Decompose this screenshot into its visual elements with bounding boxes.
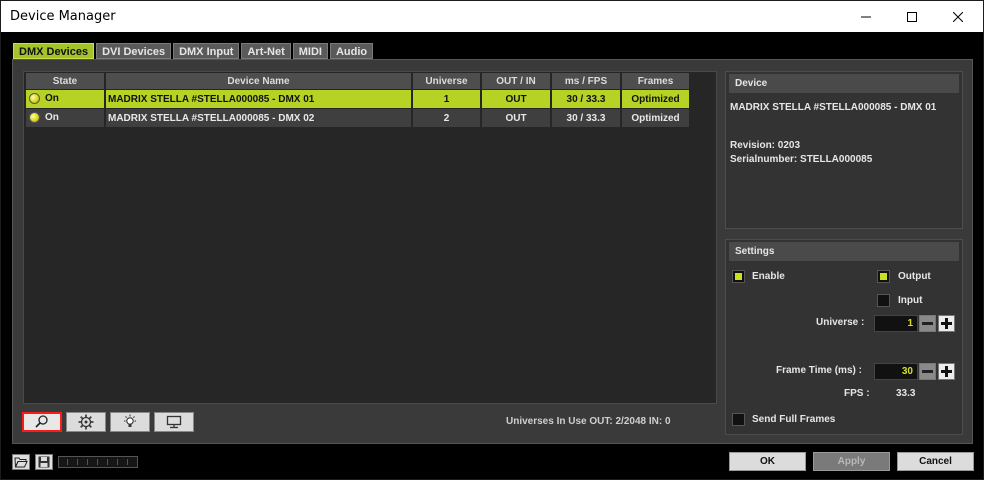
state-text: On (45, 93, 59, 105)
send-full-frames-label: Send Full Frames (752, 414, 836, 425)
col-header-ms-fps[interactable]: ms / FPS (552, 73, 620, 89)
frames-cell: Optimized (622, 109, 689, 127)
col-header-device-name[interactable]: Device Name (106, 73, 411, 89)
search-devices-button[interactable] (22, 412, 62, 432)
device-manager-window: Device Manager DMX Devices DVI Devices D… (0, 0, 984, 480)
device-table: State Device Name Universe OUT / IN ms /… (24, 72, 691, 128)
device-list: State Device Name Universe OUT / IN ms /… (23, 71, 717, 404)
revision-text: Revision: 0203 (730, 140, 801, 151)
save-icon (38, 456, 50, 468)
universe-label: Universe : (816, 317, 865, 328)
input-checkbox[interactable] (877, 294, 890, 307)
ok-button[interactable]: OK (729, 452, 806, 471)
settings-section-header: Settings (729, 242, 959, 261)
serial-number-text: Serialnumber: STELLA000085 (730, 154, 873, 165)
minus-icon (922, 370, 933, 373)
settings-section: Settings Enable Output Input Universe : … (725, 239, 963, 435)
col-header-frames[interactable]: Frames (622, 73, 689, 89)
device-name-cell: MADRIX STELLA #STELLA000085 - DMX 01 (106, 90, 411, 108)
tab-midi[interactable]: MIDI (292, 43, 328, 59)
apply-button[interactable]: Apply (813, 452, 890, 471)
universe-input[interactable]: 1 (874, 315, 918, 332)
universe-decrement-button[interactable] (919, 315, 936, 332)
table-row[interactable]: On MADRIX STELLA #STELLA000085 - DMX 02 … (26, 109, 689, 127)
open-button[interactable] (12, 454, 30, 470)
tab-dmx-devices[interactable]: DMX Devices (13, 43, 95, 59)
minimize-icon (861, 16, 871, 17)
cancel-button[interactable]: Cancel (897, 452, 974, 471)
close-button[interactable] (935, 1, 981, 32)
ms-fps-cell: 30 / 33.3 (552, 90, 620, 108)
state-text: On (45, 112, 59, 124)
window-title: Device Manager (10, 9, 116, 24)
device-info-section: Device MADRIX STELLA #STELLA000085 - DMX… (725, 71, 963, 229)
minus-icon (922, 322, 933, 325)
enable-checkbox[interactable] (732, 270, 745, 283)
bulb-icon (124, 414, 136, 427)
col-header-state[interactable]: State (26, 73, 104, 89)
zoom-slider[interactable] (58, 456, 138, 468)
title-bar: Device Manager (1, 1, 983, 32)
universes-in-use-status: Universes In Use OUT: 2/2048 IN: 0 (506, 416, 671, 427)
enable-label: Enable (752, 271, 785, 282)
frame-time-increment-button[interactable] (938, 363, 955, 380)
state-led-icon (29, 93, 40, 105)
settings-button[interactable] (66, 412, 106, 432)
state-cell: On (26, 109, 104, 127)
direction-cell: OUT (482, 109, 550, 127)
device-name-cell: MADRIX STELLA #STELLA000085 - DMX 02 (106, 109, 411, 127)
universe-increment-button[interactable] (938, 315, 955, 332)
maximize-icon (907, 11, 917, 22)
plus-icon (941, 366, 952, 377)
state-cell: On (26, 90, 104, 108)
input-label: Input (898, 295, 923, 306)
device-name-text: MADRIX STELLA #STELLA000085 - DMX 01 (730, 102, 937, 113)
universe-cell: 2 (413, 109, 480, 127)
search-icon (35, 415, 48, 428)
close-icon (953, 11, 963, 22)
plus-icon (941, 318, 952, 329)
col-header-universe[interactable]: Universe (413, 73, 480, 89)
device-section-header: Device (729, 74, 959, 93)
output-label: Output (898, 271, 931, 282)
table-row[interactable]: On MADRIX STELLA #STELLA000085 - DMX 01 … (26, 90, 689, 108)
folder-open-icon (14, 457, 28, 468)
fps-value: 33.3 (896, 388, 916, 399)
frame-time-label: Frame Time (ms) : (776, 365, 862, 376)
save-button[interactable] (35, 454, 53, 470)
tab-art-net[interactable]: Art-Net (241, 43, 291, 59)
display-button[interactable] (154, 412, 194, 432)
direction-cell: OUT (482, 90, 550, 108)
gear-icon (78, 414, 94, 430)
frame-time-input[interactable]: 30 (874, 363, 918, 380)
maximize-button[interactable] (889, 1, 935, 32)
frame-time-decrement-button[interactable] (919, 363, 936, 380)
ms-fps-cell: 30 / 33.3 (552, 109, 620, 127)
frames-cell: Optimized (622, 90, 689, 108)
monitor-icon (166, 415, 182, 429)
tab-dvi-devices[interactable]: DVI Devices (96, 43, 172, 59)
tab-bar: DMX Devices DVI Devices DMX Input Art-Ne… (13, 43, 374, 59)
output-checkbox[interactable] (877, 270, 890, 283)
tab-dmx-input[interactable]: DMX Input (173, 43, 240, 59)
identify-button[interactable] (110, 412, 150, 432)
send-full-frames-checkbox[interactable] (732, 413, 745, 426)
col-header-out-in[interactable]: OUT / IN (482, 73, 550, 89)
universe-cell: 1 (413, 90, 480, 108)
state-led-icon (29, 112, 40, 124)
fps-label: FPS : (844, 388, 870, 399)
minimize-button[interactable] (843, 1, 889, 32)
dialog-body: DMX Devices DVI Devices DMX Input Art-Ne… (1, 32, 983, 479)
tab-audio[interactable]: Audio (329, 43, 374, 59)
